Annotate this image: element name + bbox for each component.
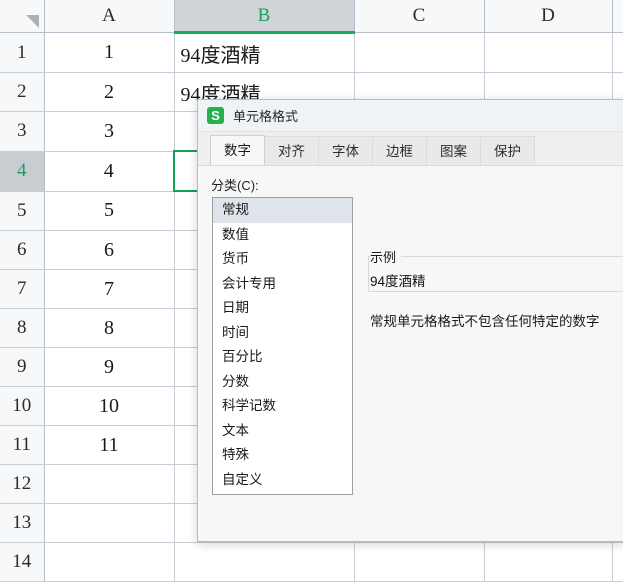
category-item-accounting[interactable]: 会计专用 <box>213 272 352 297</box>
cell-a10[interactable]: 10 <box>44 386 175 426</box>
dialog-tab-strip: 数字 对齐 字体 边框 图案 保护 <box>198 132 623 166</box>
tab-border[interactable]: 边框 <box>372 136 427 165</box>
sample-legend: 示例 <box>370 247 402 266</box>
row-header-1[interactable]: 1 <box>0 32 45 73</box>
cell-a8[interactable]: 8 <box>44 308 175 348</box>
cell-a5[interactable]: 5 <box>44 191 175 231</box>
category-item-special[interactable]: 特殊 <box>213 443 352 468</box>
row-header-7[interactable]: 7 <box>0 269 45 309</box>
row-header-5[interactable]: 5 <box>0 191 45 231</box>
cell-d14[interactable] <box>484 542 613 582</box>
format-cells-dialog: S 单元格格式 数字 对齐 字体 边框 图案 保护 分类(C): 常规 数值 货… <box>197 99 623 542</box>
cell-e14[interactable] <box>612 542 623 582</box>
category-item-currency[interactable]: 货币 <box>213 247 352 272</box>
tab-protection[interactable]: 保护 <box>480 136 535 165</box>
select-all-corner[interactable] <box>0 0 45 33</box>
column-header-b[interactable]: B <box>174 0 355 34</box>
table-row: 14 <box>0 542 623 582</box>
tab-number[interactable]: 数字 <box>210 135 265 165</box>
cell-e1[interactable] <box>612 32 623 73</box>
row-header-3[interactable]: 3 <box>0 111 45 152</box>
column-header-overflow <box>612 0 623 33</box>
row-header-6[interactable]: 6 <box>0 230 45 270</box>
cell-d1[interactable] <box>484 32 613 73</box>
dialog-title: 单元格格式 <box>233 109 299 124</box>
row-header-13[interactable]: 13 <box>0 503 45 543</box>
column-header-c[interactable]: C <box>354 0 485 33</box>
row-header-8[interactable]: 8 <box>0 308 45 348</box>
column-header-row: A B C D <box>0 0 623 34</box>
cell-a7[interactable]: 7 <box>44 269 175 309</box>
sample-group: 示例 94度酒精 <box>368 247 623 292</box>
cell-a6[interactable]: 6 <box>44 230 175 270</box>
cell-b1[interactable]: 94度酒精 <box>174 32 355 73</box>
cell-c1[interactable] <box>354 32 485 73</box>
category-item-date[interactable]: 日期 <box>213 296 352 321</box>
wps-spreadsheet-icon: S <box>207 107 224 124</box>
cell-a1[interactable]: 1 <box>44 32 175 73</box>
column-header-d[interactable]: D <box>484 0 613 33</box>
select-all-triangle-icon <box>25 15 39 28</box>
tab-alignment[interactable]: 对齐 <box>264 136 319 165</box>
tab-font[interactable]: 字体 <box>318 136 373 165</box>
cell-a12[interactable] <box>44 464 175 504</box>
category-item-fraction[interactable]: 分数 <box>213 370 352 395</box>
row-header-9[interactable]: 9 <box>0 347 45 387</box>
row-header-4[interactable]: 4 <box>0 151 45 192</box>
category-item-percentage[interactable]: 百分比 <box>213 345 352 370</box>
tab-pattern[interactable]: 图案 <box>426 136 481 165</box>
row-header-10[interactable]: 10 <box>0 386 45 426</box>
format-preview-pane: 示例 94度酒精 常规单元格格式不包含任何特定的数字 <box>368 197 623 540</box>
row-header-12[interactable]: 12 <box>0 464 45 504</box>
cell-a14[interactable] <box>44 542 175 582</box>
category-item-custom[interactable]: 自定义 <box>213 468 352 493</box>
category-item-scientific[interactable]: 科学记数 <box>213 394 352 419</box>
row-header-2[interactable]: 2 <box>0 72 45 112</box>
cell-a4[interactable]: 4 <box>44 151 175 192</box>
category-item-text[interactable]: 文本 <box>213 419 352 444</box>
cell-a9[interactable]: 9 <box>44 347 175 387</box>
cell-c14[interactable] <box>354 542 485 582</box>
dialog-body: 分类(C): 常规 数值 货币 会计专用 日期 时间 百分比 分数 科学记数 文… <box>198 166 623 540</box>
cell-b14[interactable] <box>174 542 355 582</box>
category-list[interactable]: 常规 数值 货币 会计专用 日期 时间 百分比 分数 科学记数 文本 特殊 自定… <box>212 197 353 495</box>
cell-a2[interactable]: 2 <box>44 72 175 112</box>
category-item-general[interactable]: 常规 <box>213 198 352 223</box>
column-header-a[interactable]: A <box>44 0 175 33</box>
category-item-number[interactable]: 数值 <box>213 223 352 248</box>
cell-a3[interactable]: 3 <box>44 111 175 152</box>
sample-value: 94度酒精 <box>370 274 426 289</box>
table-row: 1 1 94度酒精 <box>0 32 623 73</box>
cell-a13[interactable] <box>44 503 175 543</box>
cell-a11[interactable]: 11 <box>44 425 175 465</box>
dialog-title-bar[interactable]: S 单元格格式 <box>198 100 623 132</box>
category-label: 分类(C): <box>211 178 259 193</box>
category-item-time[interactable]: 时间 <box>213 321 352 346</box>
row-header-14[interactable]: 14 <box>0 542 45 582</box>
row-header-11[interactable]: 11 <box>0 425 45 465</box>
format-description: 常规单元格格式不包含任何特定的数字 <box>370 314 600 329</box>
